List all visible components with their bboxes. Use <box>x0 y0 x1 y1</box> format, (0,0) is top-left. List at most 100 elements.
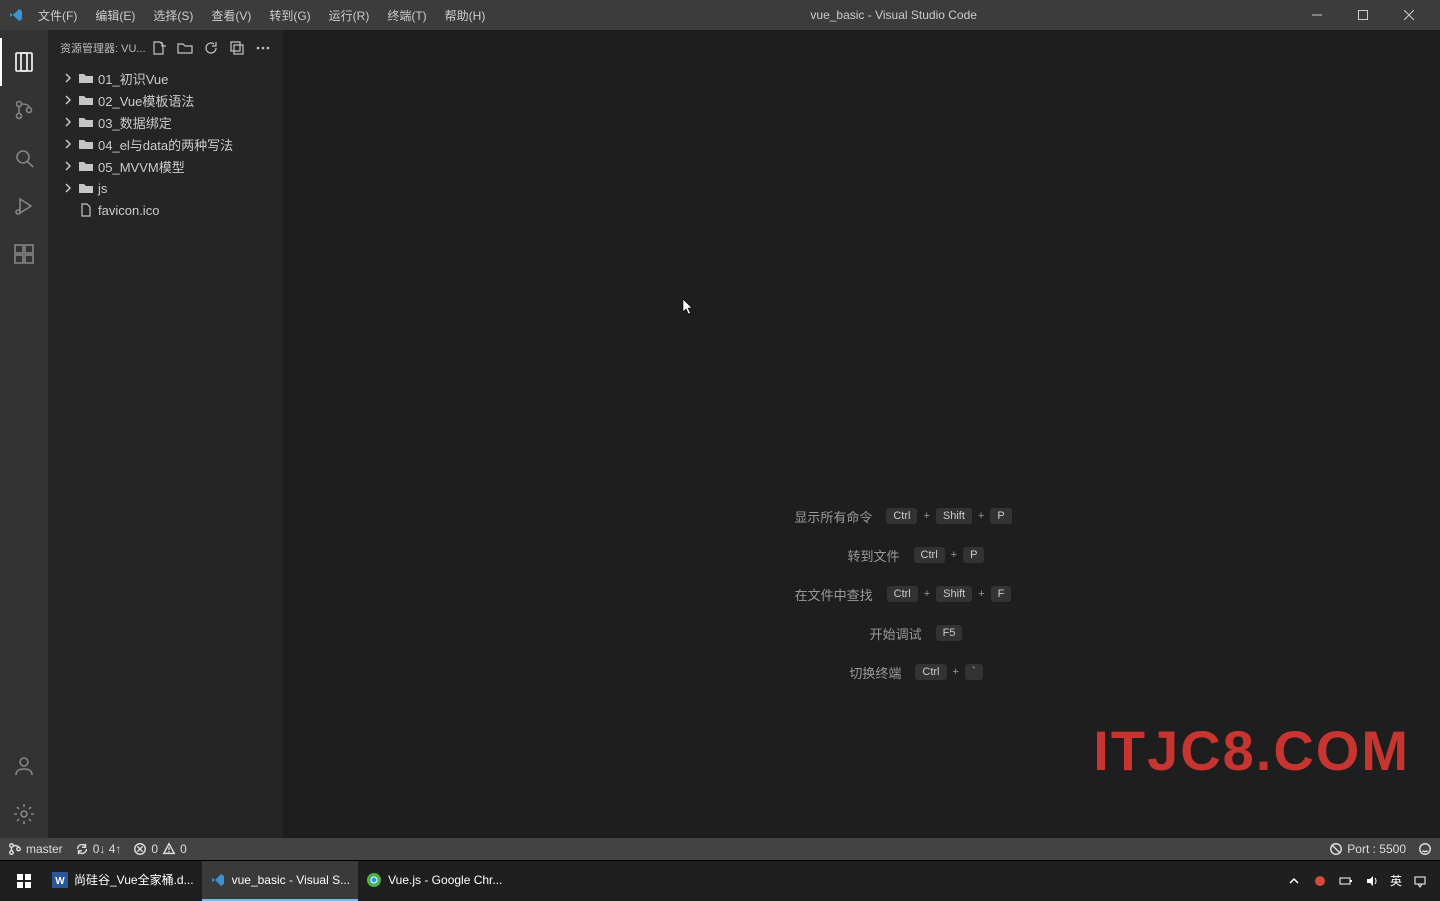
keycap: F <box>991 586 1012 602</box>
shortcut-keys: F5 <box>936 625 963 641</box>
taskbar-item[interactable]: W尚硅谷_Vue全家桶.d... <box>44 861 202 901</box>
vscode-icon <box>210 872 226 888</box>
tree-label: js <box>98 181 107 196</box>
port-text: Port : 5500 <box>1347 842 1406 856</box>
tray-extension-icon[interactable] <box>1312 873 1328 889</box>
key-plus: + <box>978 510 984 522</box>
menu-go[interactable]: 转到(G) <box>261 3 318 28</box>
shortcut-label: 开始调试 <box>762 624 922 643</box>
file-icon <box>78 202 94 218</box>
more-icon[interactable] <box>255 40 271 56</box>
tree-folder[interactable]: 02_Vue模板语法 <box>48 89 283 111</box>
tree-folder[interactable]: js <box>48 177 283 199</box>
folder-icon <box>78 114 94 130</box>
menu-help[interactable]: 帮助(H) <box>437 3 494 28</box>
status-feedback[interactable] <box>1418 842 1432 856</box>
activity-accounts[interactable] <box>0 742 48 790</box>
vscode-watermark-icon <box>732 187 992 447</box>
keycap: ` <box>965 664 983 680</box>
tree-label: 01_初识Vue <box>98 69 168 88</box>
taskbar-item[interactable]: Vue.js - Google Chr... <box>358 861 510 901</box>
maximize-button[interactable] <box>1340 0 1386 30</box>
shortcut-row: 显示所有命令Ctrl+Shift+P <box>712 507 1011 526</box>
close-button[interactable] <box>1386 0 1432 30</box>
start-button[interactable] <box>4 861 44 901</box>
activity-source-control[interactable] <box>0 86 48 134</box>
tray-chevron-up-icon[interactable] <box>1286 873 1302 889</box>
word-icon: W <box>52 872 68 888</box>
overlay-watermark-text: ITJC8.COM <box>1093 718 1410 783</box>
menu-file[interactable]: 文件(F) <box>30 3 85 28</box>
chevron-right-icon <box>62 182 74 194</box>
tree-folder[interactable]: 04_el与data的两种写法 <box>48 133 283 155</box>
chevron-right-icon <box>62 160 74 172</box>
shortcut-label: 显示所有命令 <box>712 507 872 526</box>
folder-icon <box>78 158 94 174</box>
folder-icon <box>78 136 94 152</box>
chevron-right-icon <box>62 94 74 106</box>
activity-explorer[interactable] <box>0 38 48 86</box>
status-bar: master 0↓ 4↑ 0 0 Port : 5500 <box>0 838 1440 860</box>
tree-folder[interactable]: 05_MVVM模型 <box>48 155 283 177</box>
shortcut-row: 在文件中查找 Ctrl + Shift + F <box>712 585 1011 604</box>
menu-selection[interactable]: 选择(S) <box>145 3 201 28</box>
explorer-sidebar: 资源管理器: VU... 01_初识Vue 02_Vue模板语法 <box>48 30 284 838</box>
key-plus: + <box>951 549 957 561</box>
keycap: Ctrl <box>887 586 918 602</box>
key-plus: + <box>953 666 959 678</box>
tray-battery-icon[interactable] <box>1338 873 1354 889</box>
activity-search[interactable] <box>0 134 48 182</box>
status-branch[interactable]: master <box>8 842 63 856</box>
key-plus: + <box>978 588 984 600</box>
activity-extensions[interactable] <box>0 230 48 278</box>
collapse-all-icon[interactable] <box>229 40 245 56</box>
refresh-icon[interactable] <box>203 40 219 56</box>
tray-notifications-icon[interactable] <box>1412 873 1428 889</box>
vscode-logo-icon <box>8 7 24 23</box>
taskbar-item[interactable]: vue_basic - Visual S... <box>202 861 359 901</box>
activity-bar <box>0 30 48 838</box>
keycap: P <box>963 547 984 563</box>
menu-view[interactable]: 查看(V) <box>203 3 259 28</box>
tree-folder[interactable]: 03_数据绑定 <box>48 111 283 133</box>
shortcut-list: 显示所有命令Ctrl+Shift+P转到文件Ctrl+P在文件中查找Ctrl+S… <box>712 507 1011 682</box>
sync-text: 0↓ 4↑ <box>93 842 122 856</box>
keycap: P <box>990 508 1011 524</box>
status-sync[interactable]: 0↓ 4↑ <box>75 842 122 856</box>
key-plus: + <box>923 510 929 522</box>
shortcut-row: 开始调试 F5 <box>712 624 1011 643</box>
file-tree: 01_初识Vue 02_Vue模板语法 03_数据绑定 04_el与data的两… <box>48 65 283 223</box>
activity-run-debug[interactable] <box>0 182 48 230</box>
explorer-title: 资源管理器: VU... <box>60 40 146 56</box>
tree-label: 04_el与data的两种写法 <box>98 135 233 154</box>
tree-label: 03_数据绑定 <box>98 113 172 132</box>
folder-icon <box>78 70 94 86</box>
tree-file[interactable]: favicon.ico <box>48 199 283 221</box>
title-bar: 文件(F) 编辑(E) 选择(S) 查看(V) 转到(G) 运行(R) 终端(T… <box>0 0 1440 30</box>
status-port[interactable]: Port : 5500 <box>1329 842 1406 856</box>
taskbar-item-label: vue_basic - Visual S... <box>232 873 351 887</box>
shortcut-label: 在文件中查找 <box>713 585 873 604</box>
minimize-button[interactable] <box>1294 0 1340 30</box>
tree-label: favicon.ico <box>98 203 159 218</box>
explorer-header: 资源管理器: VU... <box>48 30 283 65</box>
keycap: Ctrl <box>914 547 945 563</box>
menu-edit[interactable]: 编辑(E) <box>87 3 143 28</box>
keycap: Shift <box>936 508 972 524</box>
errors-count: 0 <box>151 842 158 856</box>
tray-volume-icon[interactable] <box>1364 873 1380 889</box>
activity-settings[interactable] <box>0 790 48 838</box>
chevron-right-icon <box>62 72 74 84</box>
branch-name: master <box>26 842 63 856</box>
key-plus: + <box>924 588 930 600</box>
keycap: Shift <box>936 586 972 602</box>
new-folder-icon[interactable] <box>177 40 193 56</box>
window-controls <box>1294 0 1432 30</box>
shortcut-keys: Ctrl+Shift+P <box>886 508 1011 524</box>
menu-terminal[interactable]: 终端(T) <box>379 3 434 28</box>
tree-folder[interactable]: 01_初识Vue <box>48 67 283 89</box>
tray-ime[interactable]: 英 <box>1390 872 1402 889</box>
menu-run[interactable]: 运行(R) <box>321 3 378 28</box>
new-file-icon[interactable] <box>151 40 167 56</box>
status-problems[interactable]: 0 0 <box>133 842 186 856</box>
